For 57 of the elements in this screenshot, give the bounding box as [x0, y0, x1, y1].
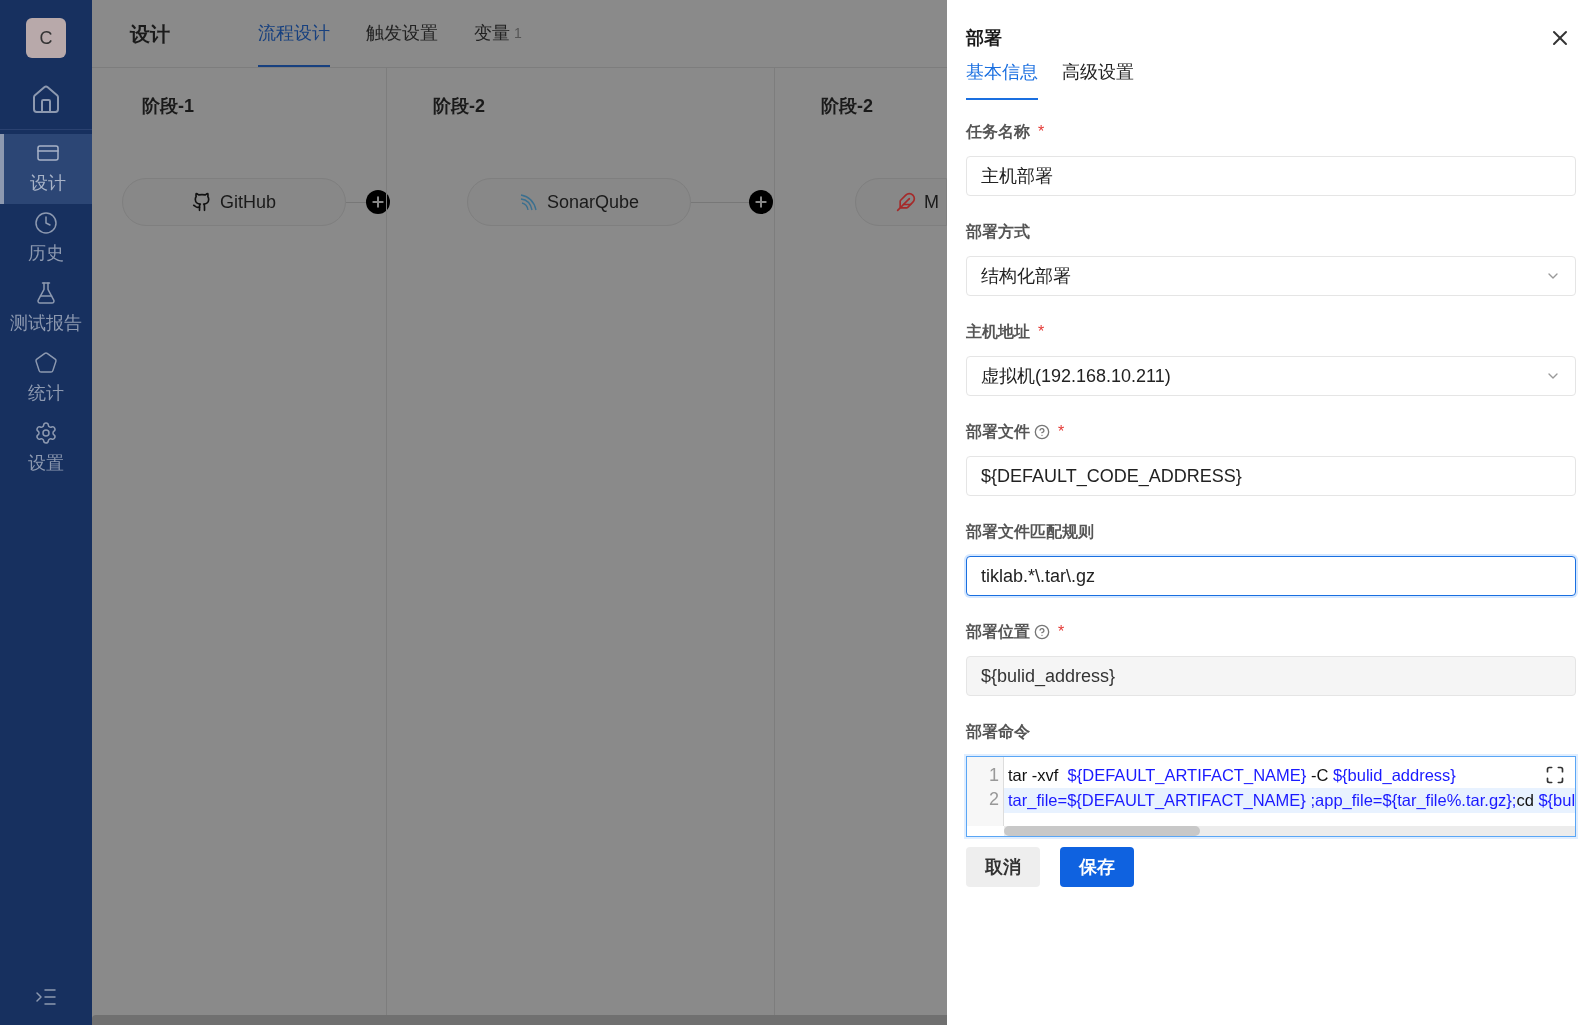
select-field[interactable]: 结构化部署: [966, 256, 1576, 296]
scrollbar[interactable]: [1004, 826, 1200, 836]
waves-icon: [518, 192, 539, 212]
page-title: 设计: [130, 21, 170, 47]
plus-icon: [753, 194, 769, 210]
add-stage-button[interactable]: [749, 190, 773, 214]
field-label: 部署文件: [966, 422, 1030, 442]
field-label: 部署位置: [966, 622, 1030, 642]
required-mark: *: [1038, 322, 1045, 342]
help-icon[interactable]: [1034, 424, 1050, 440]
required-mark: *: [1058, 622, 1065, 642]
task-node[interactable]: M: [855, 178, 947, 226]
stage-title: 阶段-2: [433, 95, 486, 118]
tab[interactable]: 触发设置: [366, 0, 438, 67]
pentagon-icon: [34, 351, 58, 375]
drawer-title: 部署: [966, 27, 1002, 50]
cancel-button[interactable]: 取消: [966, 847, 1040, 887]
add-stage-button[interactable]: [366, 190, 390, 214]
required-mark: *: [1038, 122, 1045, 142]
sidebar-item[interactable]: 设计: [0, 134, 92, 204]
sidebar-item[interactable]: 统计: [0, 344, 92, 414]
avatar[interactable]: C: [26, 18, 66, 58]
home-icon: [30, 83, 62, 116]
input-field[interactable]: tiklab.*\.tar\.gz: [966, 556, 1576, 596]
clock-icon: [34, 211, 58, 235]
stage-title: 阶段-2: [821, 95, 874, 118]
field-label: 部署方式: [966, 222, 1030, 242]
stage-title: 阶段-1: [142, 95, 195, 118]
sidebar-item[interactable]: 测试报告: [0, 274, 92, 344]
sidebar-item[interactable]: 设置: [0, 414, 92, 484]
github-icon: [192, 192, 212, 212]
select-field[interactable]: 虚拟机(192.168.10.211): [966, 356, 1576, 396]
sidebar-item[interactable]: 历史: [0, 204, 92, 274]
line-number: 1: [989, 764, 999, 787]
field-label: 部署文件匹配规则: [966, 522, 1094, 542]
code-line: tar_file=${DEFAULT_ARTIFACT_NAME} ;app_file=${tar_file%.tar.gz};cd ${bul: [1008, 791, 1575, 809]
fullscreen-icon[interactable]: [1545, 765, 1565, 785]
flask-icon: [34, 281, 58, 305]
line-number: 2: [989, 788, 999, 811]
input-field[interactable]: 主机部署: [966, 156, 1576, 196]
code-line: tar -xvf ${DEFAULT_ARTIFACT_NAME} -C ${bulid_address}: [1008, 766, 1456, 784]
tab[interactable]: 基本信息: [966, 54, 1038, 100]
field-label: 主机地址: [966, 322, 1030, 342]
field-label: 部署命令: [966, 722, 1031, 742]
task-node[interactable]: GitHub: [122, 178, 346, 226]
code-editor[interactable]: 1 2 tar -xvf ${DEFAULT_ARTIFACT_NAME} -C ${bulid_address} tar_file=${DEFAULT_ARTIFACT_NAME} ;app_file=${tar_file%.tar.gz};cd ${bul: [966, 756, 1576, 837]
feather-icon: [896, 192, 916, 212]
field-label: 任务名称: [966, 122, 1030, 142]
required-mark: *: [1058, 422, 1065, 442]
scrollbar[interactable]: [92, 1015, 947, 1025]
save-button[interactable]: 保存: [1060, 847, 1134, 887]
input-field[interactable]: ${DEFAULT_CODE_ADDRESS}: [966, 456, 1576, 496]
settings-icon: [34, 421, 58, 445]
task-node[interactable]: SonarQube: [467, 178, 691, 226]
plus-icon: [370, 194, 386, 210]
tab[interactable]: 流程设计: [258, 0, 330, 67]
tab[interactable]: 高级设置: [1062, 54, 1134, 100]
